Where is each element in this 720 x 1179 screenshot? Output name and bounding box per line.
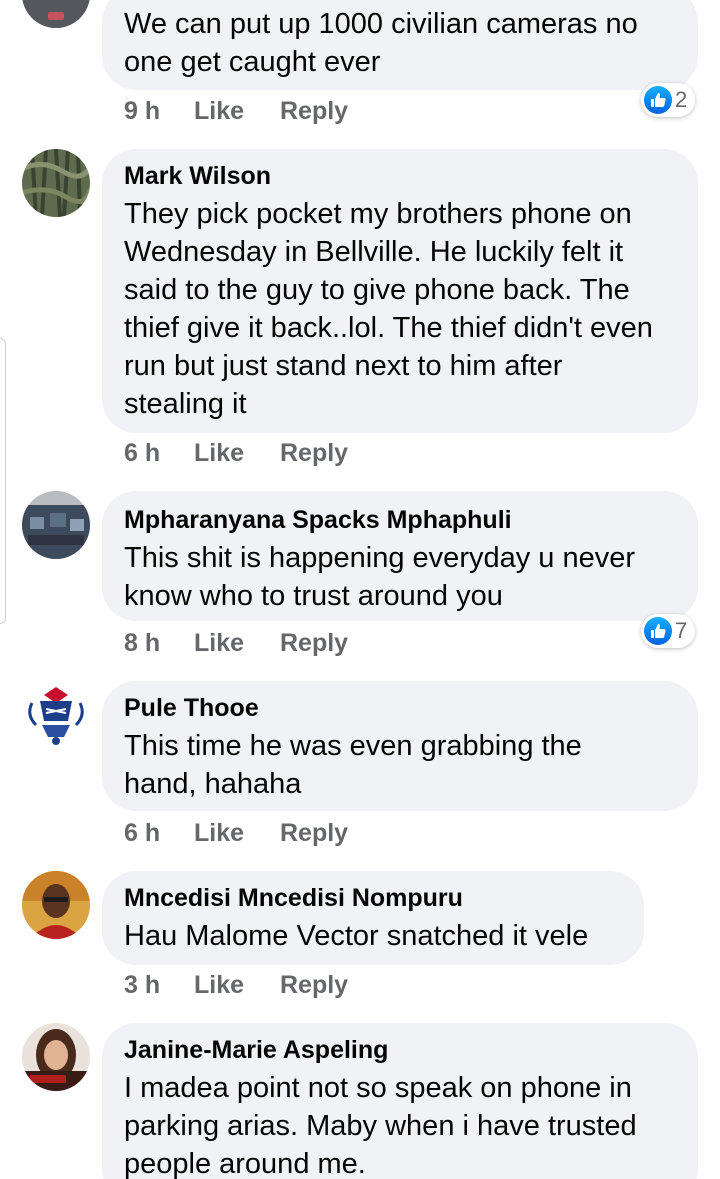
comment-text: I madea point not so speak on phone in p… (124, 1072, 637, 1179)
commenter-avatar[interactable] (22, 871, 90, 939)
reaction-count: 2 (675, 87, 688, 112)
like-button[interactable]: Like (194, 439, 280, 468)
profile-avatar-icon (22, 491, 90, 559)
reply-button[interactable]: Reply (280, 971, 348, 1000)
commenter-avatar[interactable] (22, 681, 90, 749)
comment-bubble: Mncedisi Mncedisi Nompuru Hau Malome Vec… (102, 871, 644, 965)
like-reaction-icon (644, 617, 672, 645)
commenter-avatar[interactable] (22, 0, 90, 28)
comment-timestamp: 6 h (124, 438, 161, 467)
commenter-avatar[interactable] (22, 1023, 90, 1091)
profile-avatar-icon (22, 871, 90, 939)
reply-button[interactable]: Reply (280, 819, 348, 848)
comment-bubble: Mpharanyana Spacks Mphaphuli This shit i… (102, 491, 698, 621)
like-button[interactable]: Like (194, 629, 280, 658)
profile-avatar-icon (22, 149, 90, 217)
comment-timestamp: 6 h (124, 818, 161, 847)
reply-button[interactable]: Reply (280, 439, 348, 468)
comment-bubble: Janine-Marie Aspeling I madea point not … (102, 1023, 698, 1179)
comment-bubble: Pule Thooe This time he was even grabbin… (102, 681, 698, 811)
comment-actions: 8 h Like Reply (124, 627, 348, 659)
reaction-count-badge[interactable]: 2 (641, 83, 696, 117)
like-button[interactable]: Like (194, 97, 280, 126)
comment-timestamp: 9 h (124, 96, 161, 125)
reaction-count-badge[interactable]: 7 (641, 614, 696, 648)
comment-text: This time he was even grabbing the hand,… (124, 730, 582, 800)
like-button[interactable]: Like (194, 971, 280, 1000)
comment-timestamp: 8 h (124, 628, 161, 657)
comment-actions: 9 h Like Reply (124, 95, 348, 127)
comment-text: Hau Malome Vector snatched it vele (124, 920, 589, 952)
commenter-name[interactable]: Janine-Marie Aspeling (124, 1036, 388, 1065)
emblem-avatar-icon (22, 681, 90, 749)
comment-bubble: Mark Wilson They pick pocket my brothers… (102, 149, 698, 433)
scroll-edge-handle (0, 338, 6, 624)
comment-text: We can put up 1000 civilian cameras no o… (124, 8, 638, 78)
reply-button[interactable]: Reply (280, 97, 348, 126)
like-button[interactable]: Like (194, 819, 280, 848)
like-reaction-icon (644, 86, 672, 114)
comment-timestamp: 3 h (124, 970, 161, 999)
reply-button[interactable]: Reply (280, 629, 348, 658)
commenter-avatar[interactable] (22, 491, 90, 559)
commenter-name[interactable]: Pule Thooe (124, 694, 259, 723)
comment-text: This shit is happening everyday u never … (124, 542, 636, 612)
profile-avatar-icon (22, 1023, 90, 1091)
commenter-name[interactable]: Mark Wilson (124, 162, 271, 191)
comment-bubble: We can put up 1000 civilian cameras no o… (102, 0, 698, 90)
commenter-name[interactable]: Mpharanyana Spacks Mphaphuli (124, 506, 512, 535)
reaction-count: 7 (675, 618, 688, 643)
profile-avatar-icon (22, 0, 90, 28)
commenter-name[interactable]: Mncedisi Mncedisi Nompuru (124, 884, 463, 913)
comment-text: They pick pocket my brothers phone on We… (124, 198, 653, 420)
comment-actions: 6 h Like Reply (124, 817, 348, 849)
comment-actions: 3 h Like Reply (124, 969, 348, 1001)
comment-actions: 6 h Like Reply (124, 437, 348, 469)
commenter-avatar[interactable] (22, 149, 90, 217)
